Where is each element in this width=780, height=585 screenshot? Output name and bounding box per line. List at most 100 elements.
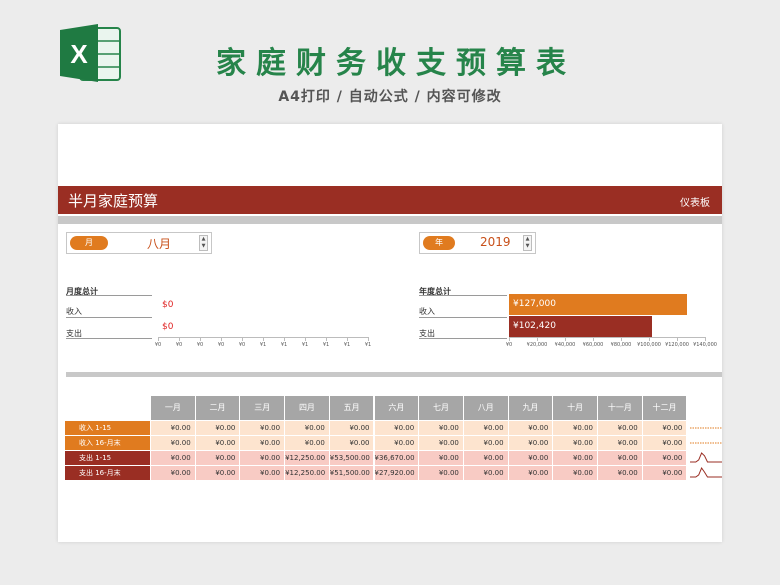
axis-tick (593, 337, 594, 341)
table-cell[interactable]: ¥0.00 (374, 421, 420, 435)
table-cell[interactable]: ¥0.00 (151, 421, 196, 435)
year-selector-value: 2019 (480, 235, 511, 249)
year-income-value: ¥127,000 (513, 299, 556, 309)
row-divider (66, 338, 152, 339)
table-cell[interactable]: ¥0.00 (642, 451, 688, 465)
table-cell[interactable]: ¥0.00 (419, 436, 464, 450)
table-cell[interactable]: ¥0.00 (419, 466, 464, 480)
axis-tick-label: ¥60,000 (582, 342, 604, 348)
table-cell[interactable]: ¥0.00 (598, 421, 643, 435)
table-cell[interactable]: ¥0.00 (419, 421, 464, 435)
month-selector[interactable]: 月 八月 ▲ ▼ (66, 232, 212, 254)
table-cell[interactable]: ¥0.00 (195, 436, 241, 450)
axis-tick-label: ¥1 (364, 342, 372, 348)
table-cell[interactable]: ¥0.00 (553, 436, 598, 450)
axis-tick (347, 337, 348, 341)
sparkline (690, 427, 722, 429)
dashboard-link[interactable]: 仪表板 (680, 194, 710, 209)
table-cell[interactable]: ¥27,920.00 (374, 466, 420, 480)
table-cell[interactable]: ¥0.00 (508, 466, 554, 480)
table-cell[interactable]: ¥51,500.00 (329, 466, 375, 480)
table-cell[interactable]: ¥0.00 (463, 451, 509, 465)
table-cell[interactable]: ¥0.00 (240, 421, 286, 435)
table-cell[interactable]: ¥0.00 (463, 466, 509, 480)
table-cell[interactable]: ¥0.00 (151, 451, 196, 465)
table-cell[interactable]: ¥0.00 (240, 436, 286, 450)
table-cell[interactable]: ¥0.00 (329, 436, 375, 450)
table-cell[interactable]: ¥0.00 (240, 466, 286, 480)
column-header: 八月 (463, 396, 509, 420)
divider (58, 216, 722, 224)
table-cell[interactable]: ¥0.00 (642, 466, 688, 480)
column-header: 四月 (285, 396, 330, 420)
spin-down-icon[interactable]: ▼ (524, 243, 531, 250)
table-cell[interactable]: ¥0.00 (151, 466, 196, 480)
month-spinner[interactable]: ▲ ▼ (199, 235, 208, 251)
table-cell[interactable]: ¥0.00 (195, 466, 241, 480)
column-header: 十月 (553, 396, 598, 420)
table-cell[interactable]: ¥0.00 (240, 451, 286, 465)
table-cell[interactable]: ¥0.00 (508, 436, 554, 450)
column-header: 一月 (151, 396, 196, 420)
year-expense-value: ¥102,420 (513, 321, 556, 331)
table-cell[interactable]: ¥12,250.00 (285, 451, 330, 465)
column-header: 十一月 (598, 396, 643, 420)
axis-tick (649, 337, 650, 341)
table-cell[interactable]: ¥53,500.00 (329, 451, 375, 465)
year-income-label: 收入 (419, 307, 435, 316)
sparkline (690, 452, 722, 463)
year-axis: ¥0 ¥20,000 ¥40,000 ¥60,000 ¥80,000 ¥100,000 ¥1… (506, 337, 717, 348)
axis-tick (200, 337, 201, 341)
table-cell[interactable]: ¥0.00 (374, 436, 420, 450)
table-cell[interactable]: ¥0.00 (285, 421, 330, 435)
table-cell[interactable]: ¥0.00 (329, 421, 375, 435)
spin-down-icon[interactable]: ▼ (200, 243, 207, 250)
table-cell[interactable]: ¥0.00 (598, 451, 643, 465)
table-cell[interactable]: ¥0.00 (285, 436, 330, 450)
table-cell[interactable]: ¥0.00 (553, 451, 598, 465)
year-spinner[interactable]: ▲ ▼ (523, 235, 532, 251)
table-cell[interactable]: ¥0.00 (598, 466, 643, 480)
year-expense-bar: ¥102,420 (509, 316, 653, 337)
axis-tick (621, 337, 622, 341)
table-cell[interactable]: ¥0.00 (553, 421, 598, 435)
month-income-label: 收入 (66, 307, 82, 316)
table-cell[interactable]: ¥0.00 (642, 436, 688, 450)
month-income-value: $0 (162, 300, 174, 310)
row-label: 支出 16-月末 (65, 466, 150, 480)
axis-tick-label: ¥0 (238, 342, 246, 348)
axis-tick (284, 337, 285, 341)
table-cell[interactable]: ¥0.00 (508, 421, 554, 435)
table-cell[interactable]: ¥0.00 (598, 436, 643, 450)
axis-tick-label: ¥40,000 (554, 342, 576, 348)
axis-tick (368, 337, 369, 341)
table-cell[interactable]: ¥0.00 (419, 451, 464, 465)
row-label: 收入 1-15 (65, 421, 150, 435)
table-cell[interactable]: ¥0.00 (463, 421, 509, 435)
table-cell[interactable]: ¥36,670.00 (374, 451, 420, 465)
axis-tick-label: ¥1 (301, 342, 309, 348)
year-selector[interactable]: 年 2019 ▲ ▼ (419, 232, 536, 254)
row-label: 收入 16-月末 (65, 436, 150, 450)
table-cell[interactable]: ¥0.00 (642, 421, 688, 435)
column-header: 三月 (240, 396, 286, 420)
spin-up-icon[interactable]: ▲ (524, 236, 531, 243)
sheet-title: 半月家庭预算 (68, 192, 159, 210)
divider (66, 372, 722, 377)
table-cell[interactable]: ¥0.00 (508, 451, 554, 465)
column-header: 七月 (419, 396, 464, 420)
spin-up-icon[interactable]: ▲ (200, 236, 207, 243)
table-cell[interactable]: ¥0.00 (151, 436, 196, 450)
axis-tick (326, 337, 327, 341)
table-cell[interactable]: ¥12,250.00 (285, 466, 330, 480)
axis-tick-label: ¥0 (217, 342, 225, 348)
table-cell[interactable]: ¥0.00 (463, 436, 509, 450)
axis-tick-label: ¥1 (259, 342, 267, 348)
table-cell[interactable]: ¥0.00 (195, 421, 241, 435)
axis-tick-label: ¥120,000 (665, 342, 689, 348)
row-divider (419, 317, 507, 318)
table-cell[interactable]: ¥0.00 (195, 451, 241, 465)
axis-tick-label: ¥80,000 (610, 342, 632, 348)
table-cell[interactable]: ¥0.00 (553, 466, 598, 480)
row-divider (419, 338, 507, 339)
